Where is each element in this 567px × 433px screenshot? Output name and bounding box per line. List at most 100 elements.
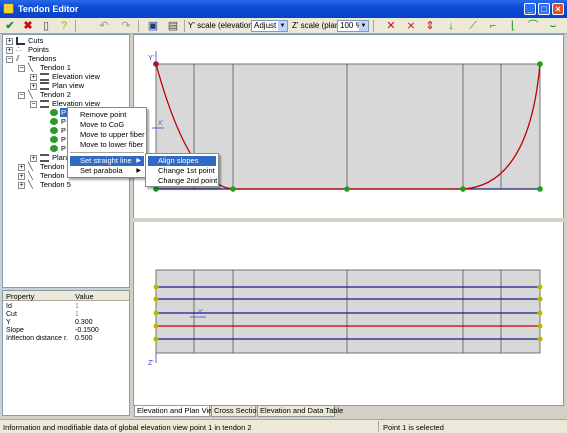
plan-point[interactable]	[537, 310, 543, 316]
tab-cross-section[interactable]: Cross Section	[211, 406, 261, 417]
tool-add-point-icon[interactable]: ↓	[444, 19, 458, 33]
tree-item-t1-plan-view[interactable]: Plan view	[52, 81, 84, 90]
redo-icon[interactable]: ↷	[119, 19, 133, 33]
view-splitter[interactable]	[133, 218, 564, 222]
tendon-point[interactable]	[344, 186, 350, 192]
elev-x-label: X'	[158, 121, 163, 127]
menu-item-set-straight-line[interactable]: Set straight line ▶	[70, 156, 144, 166]
menu-item-change-2nd-point[interactable]: Change 2nd point	[148, 176, 217, 186]
tree-item-tendon-1[interactable]: Tendon 1	[40, 63, 71, 72]
plan-point[interactable]	[153, 310, 159, 316]
y-scale-select[interactable]: Adjust ▼	[251, 20, 288, 32]
accept-icon[interactable]: ✔	[3, 19, 17, 33]
tendon-point[interactable]	[537, 61, 543, 67]
chevron-down-icon: ▼	[359, 21, 368, 31]
expand-icon[interactable]: +	[6, 47, 13, 54]
point-icon	[50, 136, 58, 143]
property-row[interactable]: Slope -0.1500	[3, 327, 129, 335]
tendon-point[interactable]	[537, 186, 543, 192]
status-bar: Information and modifiable data of globa…	[0, 419, 567, 433]
context-menu[interactable]: Remove point Move to CoG Move to upper f…	[67, 107, 147, 178]
tree-item-point-3[interactable]: P	[61, 126, 66, 135]
help-icon[interactable]: ?	[57, 19, 71, 33]
undo-icon[interactable]: ↶	[97, 19, 111, 33]
tree-item-tendons[interactable]: Tendons	[28, 54, 56, 63]
expand-icon[interactable]: +	[30, 155, 37, 162]
tool-step-icon[interactable]: ⌊	[506, 19, 520, 33]
property-row[interactable]: Inflection distance r... 0.500	[3, 335, 129, 343]
toolbar-separator	[184, 20, 185, 32]
point-icon	[50, 109, 58, 116]
plan-view[interactable]: Z' X'	[148, 269, 543, 367]
expand-icon[interactable]: +	[30, 83, 37, 90]
plan-x-label: X'	[198, 310, 203, 316]
z-scale-select[interactable]: 100 % ▼	[337, 20, 369, 32]
window-title: Tendon Editor	[18, 4, 79, 14]
plan-point[interactable]	[153, 336, 159, 342]
plan-point[interactable]	[153, 284, 159, 290]
menu-item-align-slopes[interactable]: Align slopes	[148, 156, 216, 166]
property-value: 1	[75, 311, 79, 318]
plan-point[interactable]	[537, 296, 543, 302]
collapse-icon[interactable]: −	[18, 65, 25, 72]
document-icon[interactable]: ▯	[39, 19, 53, 33]
tendon-point[interactable]	[153, 186, 159, 192]
property-row[interactable]: Cut 1	[3, 311, 129, 319]
tree-item-point-2[interactable]: P	[61, 117, 66, 126]
collapse-icon[interactable]: −	[18, 92, 25, 99]
menu-item-change-1st-point[interactable]: Change 1st point	[148, 166, 216, 176]
property-row[interactable]: Y 0.300	[3, 319, 129, 327]
cancel-icon[interactable]: ✖	[21, 19, 35, 33]
tree-item-tendon-2[interactable]: Tendon 2	[40, 90, 71, 99]
expand-icon[interactable]: +	[30, 74, 37, 81]
tool-x-node-icon[interactable]: ✕	[384, 19, 398, 33]
tool-x-grid-icon[interactable]: ⨯	[404, 19, 418, 33]
menu-item-set-parabola[interactable]: Set parabola ▶	[70, 166, 144, 176]
plan-point[interactable]	[537, 336, 543, 342]
collapse-icon[interactable]: −	[6, 56, 13, 63]
tree-item-point-4[interactable]: P	[61, 135, 66, 144]
property-value[interactable]: 0.500	[75, 335, 93, 343]
tool-curve-right-icon[interactable]: ⌣	[546, 19, 560, 33]
maximize-button[interactable]: □	[538, 3, 550, 15]
tab-elevation-and-data-table[interactable]: Elevation and Data Table	[257, 406, 343, 417]
tool-line-icon[interactable]: ⟋	[466, 19, 480, 33]
tree-item-cuts[interactable]: Cuts	[28, 36, 43, 45]
property-row[interactable]: Id 1	[3, 303, 129, 311]
close-button[interactable]: ×	[552, 3, 564, 15]
property-grid[interactable]: Property Value Id 1 Cut 1 Y 0.300 Slope …	[2, 290, 130, 416]
minimize-button[interactable]: _	[524, 3, 536, 15]
submenu[interactable]: Align slopes Change 1st point Change 2nd…	[145, 153, 219, 187]
print-icon[interactable]: ▤	[166, 19, 180, 33]
plan-point[interactable]	[537, 323, 543, 329]
property-value[interactable]: 0.300	[75, 319, 93, 327]
expand-icon[interactable]: +	[18, 164, 25, 171]
tool-move-point-icon[interactable]: ⇕	[423, 19, 437, 33]
tree-item-point-5[interactable]: P	[61, 144, 66, 153]
menu-item-remove-point[interactable]: Remove point	[70, 110, 144, 120]
tool-curve-left-icon[interactable]: ⌒	[526, 19, 540, 33]
menu-item-move-upper-fiber[interactable]: Move to upper fiber	[70, 130, 145, 140]
plan-point[interactable]	[153, 296, 159, 302]
tree-item-points[interactable]: Points	[28, 45, 49, 54]
tree-item-point-1-selected[interactable]: P	[60, 108, 68, 117]
collapse-icon[interactable]: −	[30, 101, 37, 108]
elevation-view-icon	[40, 100, 49, 108]
tree-item-tendon-5[interactable]: Tendon 5	[40, 180, 71, 189]
property-value[interactable]: -0.1500	[75, 327, 99, 335]
tree-item-t1-elevation-view[interactable]: Elevation view	[52, 72, 100, 81]
menu-item-move-to-cog[interactable]: Move to CoG	[70, 120, 144, 130]
tab-elevation-and-plan[interactable]: Elevation and Plan Views	[134, 406, 222, 417]
menu-item-move-lower-fiber[interactable]: Move to lower fiber	[70, 140, 144, 150]
tendon-point[interactable]	[230, 186, 236, 192]
status-separator	[378, 421, 379, 432]
save-icon[interactable]: ▣	[146, 19, 160, 33]
expand-icon[interactable]: +	[18, 182, 25, 189]
plan-point[interactable]	[537, 284, 543, 290]
plan-point[interactable]	[153, 323, 159, 329]
expand-icon[interactable]: +	[18, 173, 25, 180]
tool-corner-icon[interactable]: ⌐	[486, 19, 500, 33]
expand-icon[interactable]: +	[6, 38, 13, 45]
tendon-point[interactable]	[460, 186, 466, 192]
y-scale-value: Adjust	[254, 21, 277, 30]
